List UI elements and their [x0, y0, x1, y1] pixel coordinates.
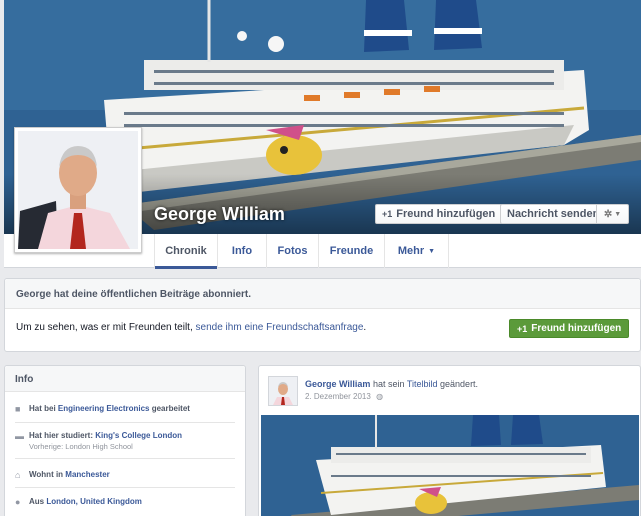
profile-name[interactable]: George William [154, 204, 285, 225]
briefcase-icon: ■ [15, 404, 21, 414]
location-pin-icon: ● [15, 497, 21, 507]
lives-place-link[interactable]: Manchester [65, 470, 109, 479]
send-message-label: Nachricht senden [507, 208, 600, 220]
tab-mehr-label: Mehr [397, 245, 425, 257]
work-suffix: gearbeitet [151, 404, 190, 413]
post-author-link[interactable]: George William [305, 379, 370, 389]
work-place-link[interactable]: Engineering Electronics [58, 404, 150, 413]
tab-info-label: Info [231, 245, 253, 257]
post-headline: George William hat sein Titelbild geände… [305, 379, 478, 389]
settings-menu-button[interactable]: ✲ ▼ [596, 204, 629, 224]
add-friend-green-label: Freund hinzufügen [531, 323, 622, 334]
chevron-down-icon: ▼ [614, 210, 622, 218]
graduation-cap-icon: ▬ [15, 431, 24, 441]
add-friend-icon: +1 [382, 209, 393, 219]
timeline-post: George William hat sein Titelbild geände… [258, 365, 641, 516]
profile-picture[interactable] [14, 127, 142, 253]
friend-request-link[interactable]: sende ihm eine Freundschaftsanfrage [196, 322, 364, 333]
post-date-link[interactable]: 2. Dezember 2013 [305, 392, 371, 401]
home-icon: ⌂ [15, 470, 21, 480]
study-previous: Vorherige: London High School [29, 442, 133, 451]
work-prefix: Hat bei [29, 404, 56, 413]
friend-request-text: Um zu sehen, was er mit Freunden teilt, [16, 322, 193, 333]
add-friend-green-button[interactable]: +1 Freund hinzufügen [509, 319, 630, 338]
subscribe-notice: George hat deine öffentlichen Beiträge a… [5, 279, 640, 309]
cruise-ship-thumbnail [261, 415, 639, 516]
person-avatar-image [18, 131, 138, 249]
divider [15, 487, 235, 488]
tab-chronik[interactable]: Chronik [154, 234, 218, 269]
gear-icon: ✲ [603, 208, 613, 220]
add-friend-label: Freund hinzufügen [396, 208, 496, 220]
post-action-prefix: hat sein [372, 379, 405, 389]
info-study: ▬ Hat hier studiert: King's College Lond… [15, 431, 235, 451]
add-friend-icon: +1 [517, 323, 528, 334]
chevron-down-icon: ▼ [428, 247, 436, 255]
info-lives: ⌂ Wohnt in Manchester [15, 470, 235, 480]
info-work: ■ Hat bei Engineering Electronics gearbe… [15, 404, 235, 414]
study-prefix: Hat hier studiert: [29, 431, 94, 440]
send-message-button[interactable]: Nachricht senden [500, 204, 606, 224]
tab-freunde[interactable]: Freunde [319, 234, 385, 268]
post-action-suffix: geändert. [440, 379, 479, 389]
profile-photo [18, 131, 138, 249]
post-timestamp: 2. Dezember 2013 ◍ [305, 392, 383, 401]
divider [15, 422, 235, 423]
info-from: ● Aus London, United Kingdom [15, 497, 235, 507]
globe-icon: ◍ [376, 392, 384, 401]
avatar[interactable] [268, 376, 298, 406]
info-card: Info ■ Hat bei Engineering Electronics g… [4, 365, 246, 516]
tab-info[interactable]: Info [218, 234, 267, 268]
info-title: Info [5, 366, 245, 392]
tab-fotos[interactable]: Fotos [267, 234, 319, 268]
post-avatar-image [269, 377, 297, 405]
lives-prefix: Wohnt in [29, 470, 64, 479]
tab-mehr[interactable]: Mehr ▼ [385, 234, 449, 268]
tab-fotos-label: Fotos [277, 245, 308, 257]
from-prefix: Aus [29, 497, 45, 506]
from-place-link[interactable]: London, United Kingdom [46, 497, 142, 506]
study-place-link[interactable]: King's College London [95, 431, 182, 440]
tab-chronik-label: Chronik [165, 245, 207, 257]
divider [15, 458, 235, 459]
post-photo[interactable] [261, 415, 639, 516]
post-cover-photo-link[interactable]: Titelbild [407, 379, 438, 389]
tab-freunde-label: Freunde [329, 245, 374, 257]
subscribe-notice-card: George hat deine öffentlichen Beiträge a… [4, 278, 641, 352]
add-friend-button[interactable]: +1 Freund hinzufügen [375, 204, 503, 224]
